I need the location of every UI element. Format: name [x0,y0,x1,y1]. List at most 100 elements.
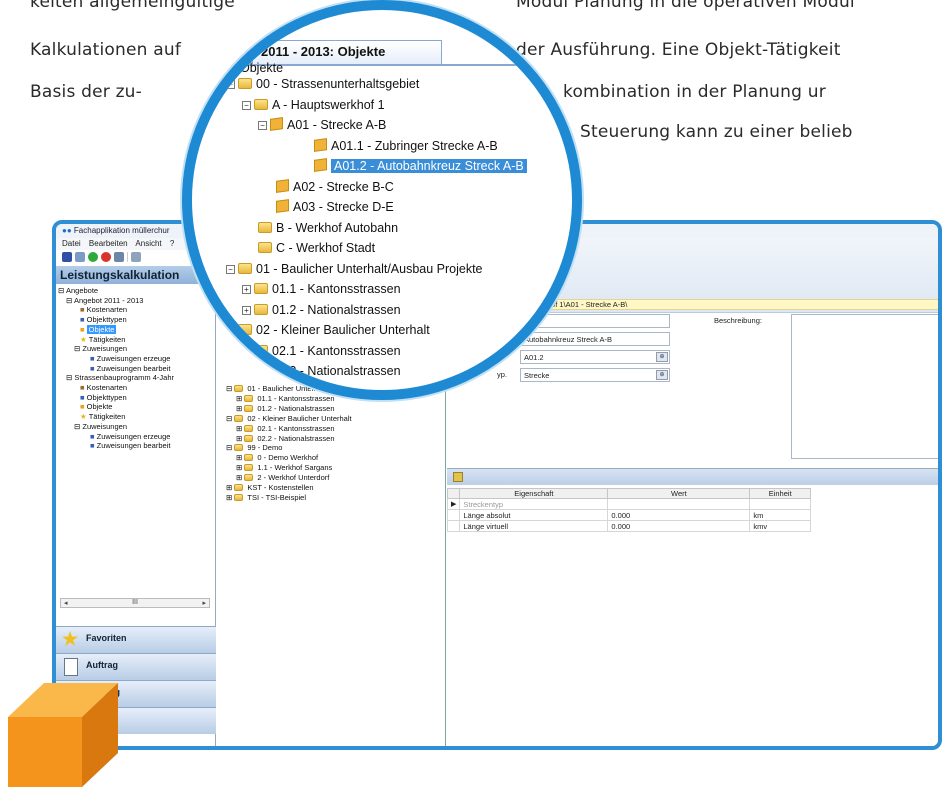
expand-icon[interactable]: + [242,305,251,315]
tree-item-angebote[interactable]: ⊟ Angebote [58,286,213,296]
column-header-einheit[interactable]: Einheit [749,488,811,499]
menu-datei[interactable]: Datei [62,239,81,248]
tree-node[interactable]: − A01 - Strecke A-B [192,115,527,136]
lookup-icon[interactable]: ⊕ [656,370,668,380]
menu-help[interactable]: ? [170,239,174,248]
type-combo[interactable]: Strecke ⊕ [520,368,670,382]
scroll-left-icon[interactable]: ◂ [64,599,68,607]
box-icon [276,199,289,213]
grid-settings-icon[interactable] [453,472,463,482]
folder-icon [238,78,252,89]
parent-combo[interactable]: A01.2 ⊕ [520,350,670,364]
folder-icon [244,424,254,432]
tree-item-zuweisungen-erzeugen-2[interactable]: ■ Zuweisungen erzeuge [58,432,213,442]
tree-node[interactable]: +01.1 - Kantonsstrassen [192,279,527,300]
add-icon[interactable] [88,252,98,262]
tree-node[interactable]: −00 - Strassenunterhaltsgebiet [192,74,527,95]
tree-node[interactable]: − A - Hauptswerkhof 1 [192,95,527,116]
box-icon [276,178,289,193]
tree-node-root[interactable]: Objekte [192,58,527,75]
tree-item-zuweisungen-erzeugen[interactable]: ■ Zuweisungen erzeuge [58,354,213,364]
column-header-wert[interactable]: Wert [607,488,751,499]
column-header-eigenschaft[interactable]: Eigenschaft [459,488,609,499]
print-icon[interactable] [131,252,141,262]
tree-node[interactable]: ⊞ 2 - Werkhof Unterdorf [226,473,352,483]
object-tree: ⊟ 01 - Baulicher Unter... ⊞ 01.1 - Kanto… [226,384,352,503]
tree-item-objekte-selected[interactable]: ■ Objekte [58,324,213,335]
tree-node[interactable]: ⊞ 01.2 - Nationalstrassen [226,404,352,414]
tree-node[interactable]: ⊞ TSI - TSI-Beispiel [226,493,352,503]
collapse-icon[interactable]: − [242,100,251,110]
collapse-icon[interactable]: − [258,121,267,131]
collapse-icon[interactable]: − [226,264,235,274]
tree-node[interactable]: C - Werkhof Stadt [192,238,527,259]
scroll-thumb[interactable]: III [132,599,138,607]
menu-ansicht[interactable]: Ansicht [135,239,161,248]
folder-icon [254,344,268,356]
tree-node[interactable]: +01.2 - Nationalstrassen [192,300,527,321]
beschreibung-field[interactable] [791,314,938,459]
scroll-right-icon[interactable]: ▸ [202,599,206,607]
tree-node[interactable]: −02 - Kleiner Baulicher Unterhalt [192,320,527,341]
tree-item-taetigkeiten-2[interactable]: ★ Tätigkeiten [58,412,213,422]
cell-wert[interactable] [607,498,751,510]
tree-item-kostenarten[interactable]: ■ Kostenarten [58,305,213,315]
tree-node[interactable]: ⊞ 02.2 - Nationalstrassen [226,434,352,444]
collapse-icon[interactable]: − [226,326,235,336]
name-field[interactable]: Autobahnkreuz Streck A-B [520,332,670,346]
expand-icon[interactable]: + [242,346,251,356]
tree-item-objekte-2[interactable]: ■ Objekte [58,402,213,412]
grid-toolbar [447,468,938,485]
tree-item-taetigkeiten[interactable]: ★ Tätigkeiten [58,335,213,345]
table-row[interactable]: Länge absolut 0.000 km [446,509,811,521]
save-icon[interactable] [62,252,72,262]
document-icon [64,658,78,676]
beschreibung-label: Beschreibung: [714,316,762,325]
tree-item-objekttypen[interactable]: ■ Objekttypen [58,315,213,325]
tree-node[interactable]: ⊞ 0 - Demo Werkhof [226,453,352,463]
lookup-icon[interactable]: ⊕ [656,352,668,362]
folder-icon [234,493,244,501]
settings-icon[interactable] [114,252,124,262]
tree-item-angebot-2011[interactable]: ⊟ Angebot 2011 - 2013 [58,296,213,306]
tree-item-objekttypen-2[interactable]: ■ Objekttypen [58,393,213,403]
tree-node[interactable]: +02.1 - Kantonsstrassen [192,341,527,362]
delete-icon[interactable] [101,252,111,262]
tree-node[interactable]: A02 - Strecke B-C [192,177,527,198]
star-icon: ★ [80,334,87,344]
para-left-line-1: keiten allgemeingültige [30,0,235,12]
tree-node[interactable]: −01 - Baulicher Unterhalt/Ausbau Projekt… [192,259,527,280]
collapse-icon[interactable]: − [226,80,235,90]
refresh-icon[interactable] [75,252,85,262]
tree-node[interactable]: ⊟ 99 - Demo [226,443,352,453]
tree-node[interactable]: ⊟ 02 - Kleiner Baulicher Unterhalt [226,414,352,424]
tree-item-kostenarten-2[interactable]: ■ Kostenarten [58,383,213,393]
tree-item-strassenbauprogramm[interactable]: ⊟ Strassenbauprogramm 4-Jahr [58,373,213,383]
row-indicator [446,509,461,521]
tree-node[interactable]: B - Werkhof Autobahn [192,218,527,239]
table-row[interactable]: Länge virtuell 0.000 kmv [446,520,811,532]
tree-node[interactable]: ⊞ 01.1 - Kantonsstrassen [226,394,352,404]
assign-edit-icon: ■ [90,441,95,451]
expand-icon[interactable]: + [242,285,251,295]
cell-wert[interactable]: 0.000 [607,509,751,521]
menu-bearbeiten[interactable]: Bearbeiten [89,239,128,248]
box-icon [314,158,327,172]
tree-node[interactable]: ⊞ KST - Kostenstellen [226,483,352,493]
tree-node[interactable]: ⊞ 1.1 - Werkhof Sargans [226,463,352,473]
tree-node[interactable]: A03 - Strecke D-E [192,197,527,218]
tree-item-zuweisungen-2[interactable]: ⊟ Zuweisungen [58,422,213,432]
expand-icon[interactable]: + [242,367,251,377]
tree-item-zuweisungen-bearbeiten[interactable]: ■ Zuweisungen bearbeit [58,364,213,374]
tree-node-selected[interactable]: A01.2 - Autobahnkreuz Streck A-B [192,156,527,177]
tree-node[interactable]: ⊞ 02.1 - Kantonsstrassen [226,424,352,434]
horizontal-scrollbar[interactable]: ◂ III ▸ [60,598,210,608]
cube-front-face [8,717,82,787]
tree-item-zuweisungen[interactable]: ⊟ Zuweisungen [58,344,213,354]
table-row[interactable]: ▶ Streckentyp [446,498,811,510]
tree-node[interactable]: A01.1 - Zubringer Strecke A-B [192,136,527,157]
tree-item-zuweisungen-bearbeiten-2[interactable]: ■ Zuweisungen bearbeit [58,441,213,451]
tree-node[interactable]: +02.2 - Nationalstrassen [192,361,527,382]
cell-wert[interactable]: 0.000 [607,520,751,532]
nav-button-favoriten[interactable]: ★ Favoriten [56,626,216,653]
